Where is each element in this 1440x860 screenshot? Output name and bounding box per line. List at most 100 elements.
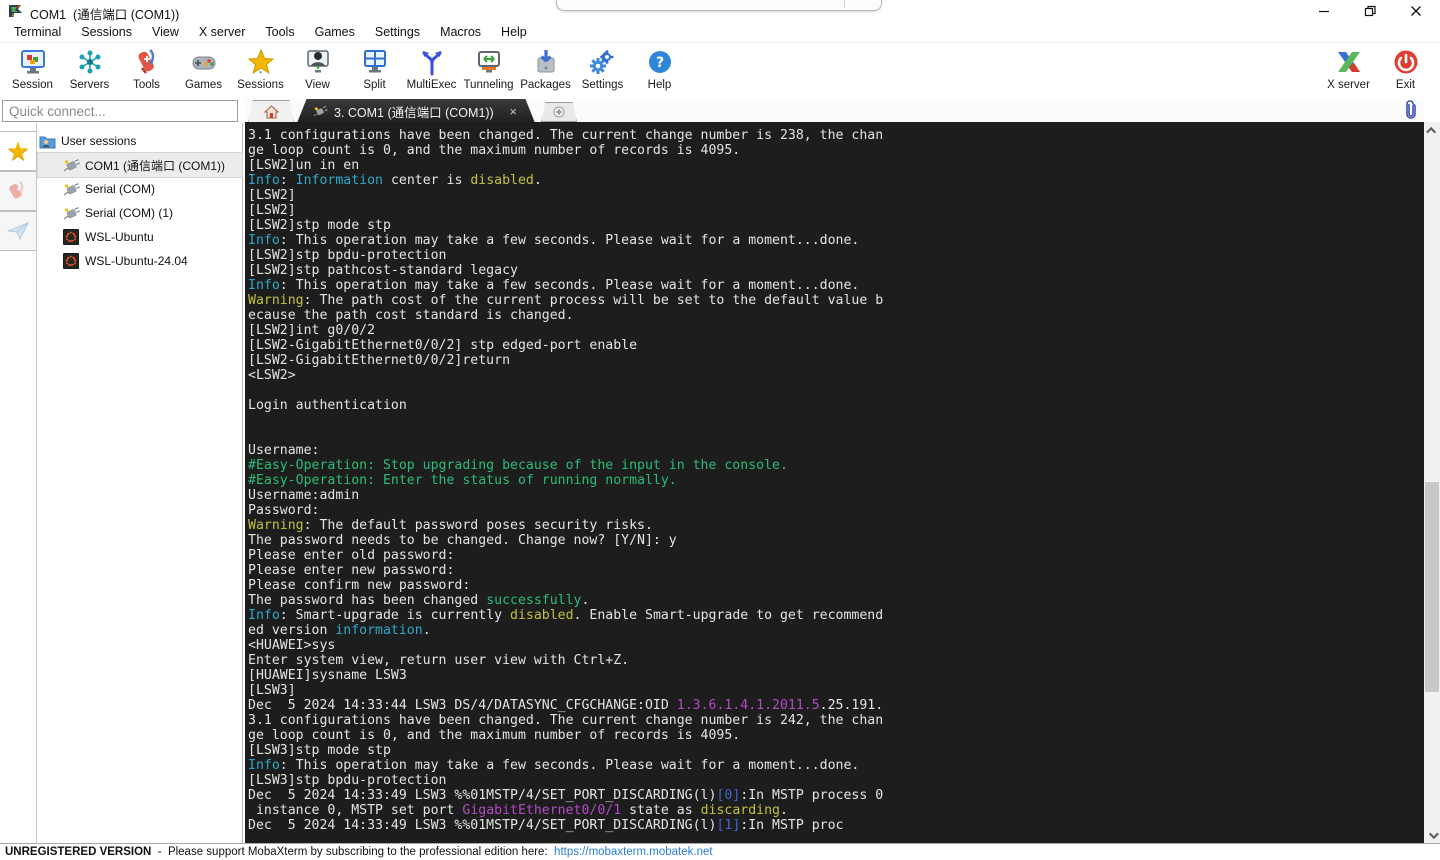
unregistered-label: UNREGISTERED VERSION <box>5 846 152 858</box>
terminal-line: [LSW3]stp mode stp <box>248 743 391 758</box>
quick-connect-input[interactable] <box>2 100 238 122</box>
mobatek-link[interactable]: https://mobaxterm.mobatek.net <box>554 846 713 858</box>
mobaxterm-app-icon <box>8 3 24 24</box>
terminal-line: [LSW2] <box>248 188 296 203</box>
toolbar-label: Packages <box>520 79 571 91</box>
menu-item-help[interactable]: Help <box>491 22 537 42</box>
toolbar-button-servers[interactable]: Servers <box>61 46 118 91</box>
tab-active-com1[interactable]: 3. COM1 (通信端口 (COM1)) × <box>297 99 535 123</box>
ubuntu-icon <box>62 229 80 245</box>
popup-divider <box>844 0 845 8</box>
toolbar-label: X server <box>1327 79 1370 91</box>
terminal-line: The password has been changed successful… <box>248 593 590 608</box>
home-tab-button[interactable] <box>248 100 294 123</box>
sidebar-tab-send[interactable] <box>0 211 37 251</box>
terminal-line: [HUAWEI]sysname LSW3 <box>248 668 407 683</box>
session-item[interactable]: Serial (COM) <box>38 177 242 201</box>
tab-label: 3. COM1 (通信端口 (COM1)) <box>334 105 494 120</box>
packages-icon <box>532 46 560 76</box>
user-sessions-folder-icon <box>38 133 56 149</box>
toolbar-button-multiexec[interactable]: MultiExec <box>403 46 460 91</box>
toolbar-label: Settings <box>581 79 624 91</box>
toolbar-button-tools[interactable]: Tools <box>118 46 175 91</box>
status-message: - Please support MobaXterm by subscribin… <box>151 846 555 858</box>
tools-icon <box>133 46 161 76</box>
menu-item-macros[interactable]: Macros <box>430 22 491 42</box>
ubuntu-icon <box>62 253 80 269</box>
sidebar-tab-macros[interactable] <box>0 171 37 211</box>
toolbar-button-help[interactable]: ? Help <box>631 46 688 91</box>
toolbar-button-tunneling[interactable]: Tunneling <box>460 46 517 91</box>
menu-item-view[interactable]: View <box>142 22 189 42</box>
servers-icon <box>76 46 104 76</box>
session-item[interactable]: WSL-Ubuntu-24.04 <box>38 249 242 273</box>
terminal-line: ge loop count is 0, and the maximum numb… <box>248 728 741 743</box>
menu-item-terminal[interactable]: Terminal <box>4 22 71 42</box>
sessions-root[interactable]: User sessions <box>38 129 242 153</box>
terminal-output[interactable]: 3.1 configurations have been changed. Th… <box>245 122 1424 843</box>
terminal-line: Password: <box>248 503 320 518</box>
terminal-line: Dec 5 2024 14:33:49 LSW3 %%01MSTP/4/SET_… <box>248 818 844 833</box>
terminal-line: Info: Smart-upgrade is currently disable… <box>248 608 884 623</box>
sessions-star-icon <box>247 46 275 76</box>
serial-plug-icon <box>62 205 80 221</box>
toolbar-label: Exit <box>1395 79 1416 91</box>
menu-item-settings[interactable]: Settings <box>365 22 430 42</box>
toolbar-button-view[interactable]: View <box>289 46 346 91</box>
tab-bar: 3. COM1 (通信端口 (COM1)) × <box>245 99 1424 123</box>
sidebar-tab-strip: ★ <box>0 123 37 843</box>
home-icon <box>263 105 279 119</box>
floating-search-popup[interactable] <box>556 0 882 11</box>
tab-close-icon[interactable]: × <box>509 104 517 119</box>
terminal-line: 3.1 configurations have been changed. Th… <box>248 128 884 143</box>
terminal-line: Please enter old password: <box>248 548 455 563</box>
session-item[interactable]: COM1 (通信端口 (COM1)) <box>37 152 243 178</box>
toolbar-button-split[interactable]: Split <box>346 46 403 91</box>
toolbar-label: Tools <box>133 79 160 91</box>
session-item[interactable]: WSL-Ubuntu <box>38 225 242 249</box>
serial-plug-icon <box>62 157 80 173</box>
session-label: WSL-Ubuntu-24.04 <box>85 254 188 268</box>
new-tab-button[interactable] <box>541 102 577 122</box>
toolbar-label: Servers <box>69 79 110 91</box>
toolbar-right-group: X server Exit <box>1320 46 1434 91</box>
session-item[interactable]: Serial (COM) (1) <box>38 201 242 225</box>
scrollbar-thumb[interactable] <box>1425 482 1439 692</box>
close-button[interactable] <box>1396 0 1436 22</box>
toolbar-button-packages[interactable]: Packages <box>517 46 574 91</box>
view-icon <box>304 46 332 76</box>
toolbar-button-session[interactable]: Session <box>4 46 61 91</box>
terminal-line: ge loop count is 0, and the maximum numb… <box>248 143 741 158</box>
toolbar-button-x-server[interactable]: X server <box>1320 46 1377 91</box>
toolbar-label: Split <box>363 79 386 91</box>
terminal-line: [LSW2]un in en <box>248 158 360 173</box>
terminal-scrollbar[interactable] <box>1424 122 1440 843</box>
toolbar-label: Games <box>184 79 223 91</box>
terminal-line: Info: This operation may take a few seco… <box>248 278 860 293</box>
toolbar-button-settings[interactable]: Settings <box>574 46 631 91</box>
terminal-line: [LSW2]int g0/0/2 <box>248 323 376 338</box>
toolbar-button-games[interactable]: Games <box>175 46 232 91</box>
terminal-line: [LSW2]stp pathcost-standard legacy <box>248 263 518 278</box>
sidebar-tab-favorites[interactable]: ★ <box>0 131 37 171</box>
menu-item-sessions[interactable]: Sessions <box>71 22 142 42</box>
menu-item-x-server[interactable]: X server <box>189 22 256 42</box>
terminal-line: ed version information. <box>248 623 431 638</box>
toolbar-button-exit[interactable]: Exit <box>1377 46 1434 91</box>
terminal-line: instance 0, MSTP set port GigabitEtherne… <box>248 803 788 818</box>
minimize-button[interactable] <box>1304 0 1344 22</box>
restore-button[interactable] <box>1350 0 1390 22</box>
toolbar-button-sessions[interactable]: Sessions <box>232 46 289 91</box>
scroll-down-arrow[interactable] <box>1424 827 1440 843</box>
exit-icon <box>1392 46 1420 76</box>
window-title: COM1 (通信端口 (COM1)) <box>30 8 180 22</box>
menu-item-games[interactable]: Games <box>305 22 365 42</box>
terminal-line: Dec 5 2024 14:33:44 LSW3 DS/4/DATASYNC_C… <box>248 698 884 713</box>
menu-item-tools[interactable]: Tools <box>255 22 304 42</box>
terminal-line: Please enter new password: <box>248 563 455 578</box>
scroll-up-arrow[interactable] <box>1424 122 1440 138</box>
sidebar-strip-divider <box>36 123 37 843</box>
macros-knife-icon <box>9 181 24 199</box>
